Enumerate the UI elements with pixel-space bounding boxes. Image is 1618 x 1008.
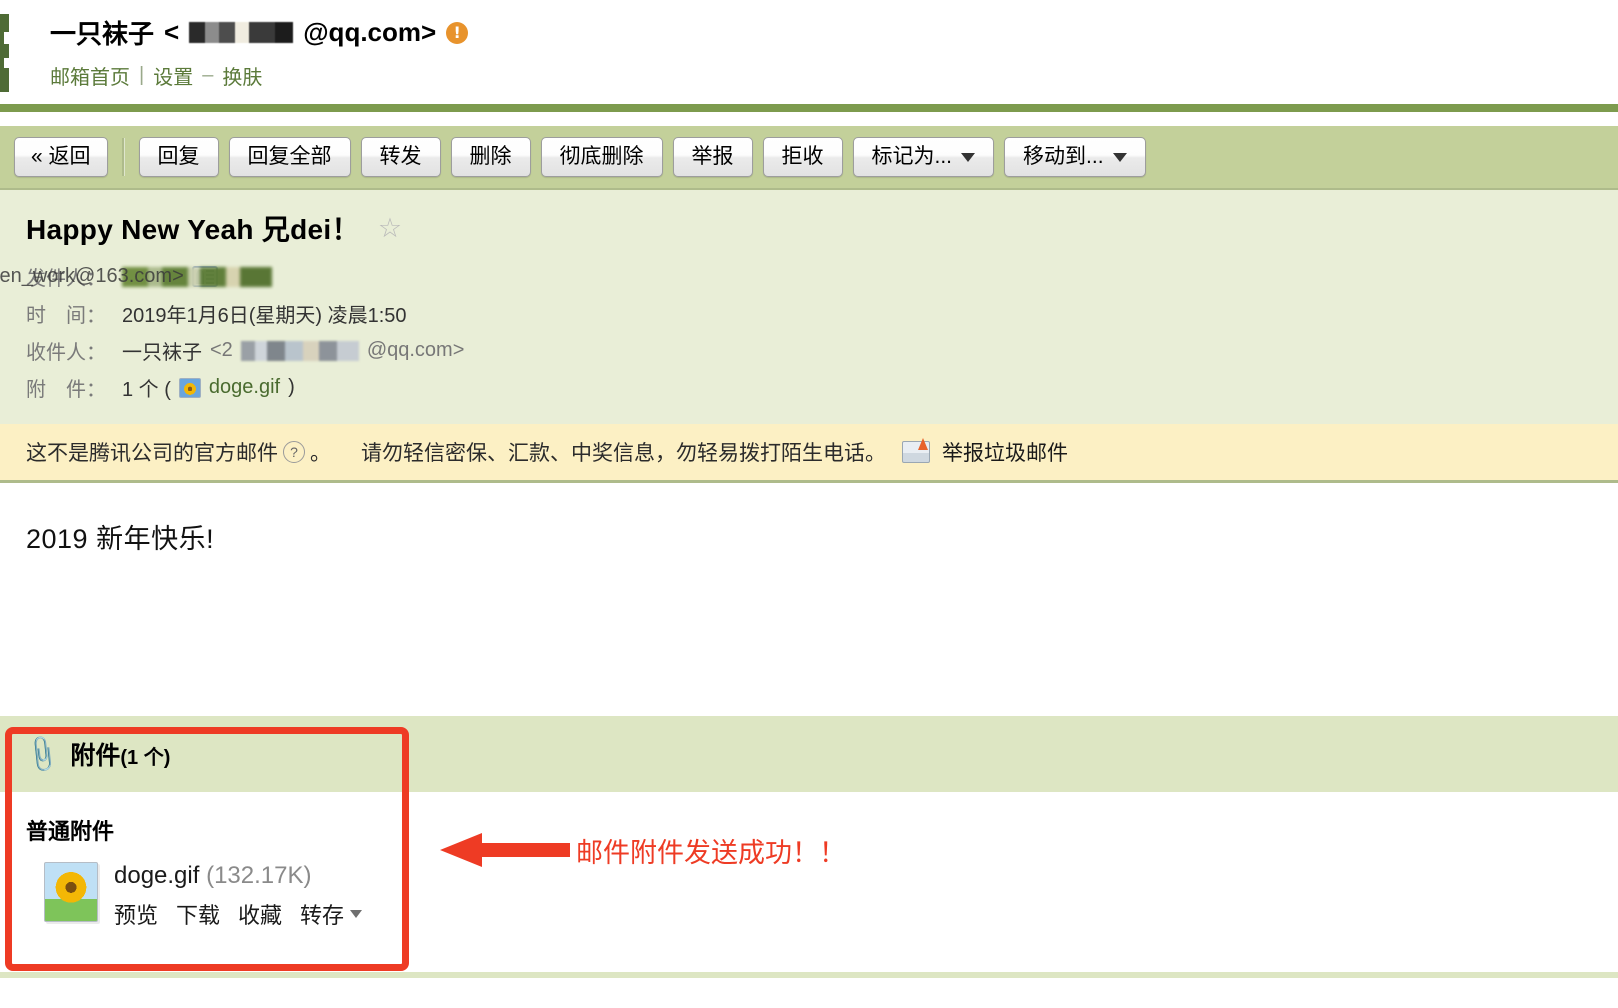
reply-all-button-label: 回复全部: [247, 144, 332, 168]
recipient-name: 一只袜子: [122, 342, 202, 364]
attachment-panel-body: 普通附件 doge.gif (132.17K) 预览 下载 收藏 转存: [0, 792, 1618, 978]
phishing-warning-strip: 这不是腾讯公司的官方邮件 ? 。 请勿轻信密保、汇款、中奖信息，勿轻易拨打陌生电…: [0, 424, 1618, 480]
attachment-close-paren: ): [288, 376, 295, 398]
mail-subject: Happy New Yeah 兄dei！: [26, 214, 360, 245]
delete-button[interactable]: 删除: [450, 136, 531, 178]
mail-header-block: Happy New Yeah 兄dei！ ☆ 发件人： <maven_work@…: [0, 188, 1618, 424]
meta-date-row: 时 间： 2019年1月6日(星期天) 凌晨1:50: [26, 299, 1618, 328]
chevron-down-icon[interactable]: [350, 910, 363, 918]
mail-body: 2019 新年快乐!: [0, 480, 1618, 716]
recipient-addr-open: <2: [210, 339, 233, 361]
back-button-label: « 返回: [31, 144, 91, 168]
attachment-file-name-row: doge.gif (132.17K): [114, 862, 362, 890]
account-email-open: <: [164, 17, 180, 47]
attachment-label: 附 件：: [26, 379, 106, 401]
exclamation-badge-icon: !: [446, 21, 469, 44]
attachment-item-details: doge.gif (132.17K) 预览 下载 收藏 转存: [114, 862, 363, 930]
help-question-icon[interactable]: ?: [283, 441, 305, 463]
bottom-green-rule: [0, 972, 1618, 978]
reply-button-label: 回复: [157, 144, 200, 168]
report-button[interactable]: 举报: [672, 136, 753, 178]
account-name: 一只袜子: [50, 19, 155, 49]
delete-permanently-button[interactable]: 彻底删除: [540, 136, 663, 178]
warning-text-after: 。: [310, 442, 331, 465]
preview-link[interactable]: 预览: [114, 898, 158, 930]
back-button[interactable]: « 返回: [14, 136, 108, 178]
favorite-link[interactable]: 收藏: [238, 898, 282, 930]
report-spam-icon[interactable]: [902, 438, 930, 463]
attachment-file-name[interactable]: doge.gif: [114, 862, 199, 889]
account-email-domain: @qq.com>: [303, 17, 437, 47]
reply-button[interactable]: 回复: [138, 136, 219, 178]
download-link[interactable]: 下载: [176, 898, 220, 930]
paperclip-icon: 📎: [20, 732, 65, 776]
redacted-email-local-part: [189, 22, 294, 43]
warning-advice: 请勿轻信密保、汇款、中奖信息，勿轻易拨打陌生电话。: [361, 442, 886, 465]
warning-text-before: 这不是腾讯公司的官方邮件: [26, 442, 278, 465]
attachment-panel-title: 附件(1 个): [70, 736, 170, 772]
image-thumbnail-icon: [178, 377, 201, 398]
mark-as-button[interactable]: 标记为...: [852, 136, 995, 178]
meta-to-row: 收件人： 一只袜子 <2 @qq.com>: [26, 336, 1618, 365]
report-button-label: 举报: [691, 144, 734, 168]
attachment-value: 1 个 ( doge.gif): [122, 373, 295, 402]
meta-attach-row: 附 件： 1 个 ( doge.gif): [26, 373, 1618, 402]
attachment-actions: 预览 下载 收藏 转存: [114, 898, 363, 930]
move-to-button-label: 移动到...: [1023, 144, 1104, 168]
save-to-link[interactable]: 转存: [300, 898, 344, 930]
attachment-title-text: 附件: [70, 742, 121, 770]
attachment-count-text: (1 个): [120, 747, 171, 769]
attachment-panel: 📎 附件(1 个) 普通附件 doge.gif (132.17K) 预览 下载 …: [0, 716, 1618, 978]
recipient-addr-close: @qq.com>: [366, 339, 465, 361]
nav-mail-home[interactable]: 邮箱首页: [50, 61, 130, 90]
account-header: 一只袜子 < @qq.com> ! 邮箱首页 | 设置 – 换肤: [0, 0, 1618, 104]
reject-button[interactable]: 拒收: [762, 136, 843, 178]
left-decoration: [0, 14, 13, 92]
mail-toolbar: « 返回 回复 回复全部 转发 删除 彻底删除 举报 拒收 标记为... 移动到…: [0, 126, 1618, 188]
account-nav: 邮箱首页 | 设置 – 换肤: [50, 61, 1618, 90]
sunflower-image-thumbnail-icon[interactable]: [44, 862, 98, 922]
attachment-section-title: 普通附件: [26, 819, 115, 844]
star-icon[interactable]: ☆: [378, 214, 402, 242]
meta-from-row: 发件人： <maven_work@163.com>: [0, 262, 1618, 291]
chevron-down-icon: [1112, 152, 1127, 162]
nav-dash: –: [202, 64, 214, 86]
redacted-recipient-address: [240, 340, 359, 361]
to-label: 收件人：: [26, 342, 106, 364]
reject-button-label: 拒收: [781, 144, 824, 168]
date-value: 2019年1月6日(星期天) 凌晨1:50: [122, 305, 407, 327]
attachment-panel-header: 📎 附件(1 个): [0, 716, 1618, 792]
mail-body-text: 2019 新年快乐!: [26, 524, 215, 554]
top-green-rule: [0, 104, 1618, 112]
nav-separator: |: [139, 64, 145, 86]
attachment-item: doge.gif (132.17K) 预览 下载 收藏 转存: [26, 862, 1618, 930]
toolbar-top-gap: [0, 112, 1618, 126]
forward-button[interactable]: 转发: [360, 136, 441, 178]
account-identity-line: 一只袜子 < @qq.com> !: [50, 0, 1618, 51]
chevron-down-icon: [961, 152, 976, 162]
toolbar-divider: [121, 138, 125, 176]
attachment-file-size: (132.17K): [206, 862, 312, 889]
delete-button-label: 删除: [469, 144, 512, 168]
reply-all-button[interactable]: 回复全部: [228, 136, 351, 178]
delete-permanently-button-label: 彻底删除: [559, 144, 644, 168]
report-spam-link[interactable]: 举报垃圾邮件: [942, 437, 1068, 467]
attachment-count: 1 个 (: [122, 379, 171, 401]
nav-skin[interactable]: 换肤: [222, 61, 262, 90]
sender-email: <maven_work@163.com>: [0, 265, 184, 287]
subject-row: Happy New Yeah 兄dei！ ☆: [26, 208, 1618, 248]
nav-settings[interactable]: 设置: [153, 61, 193, 90]
move-to-button[interactable]: 移动到...: [1004, 136, 1146, 178]
attachment-filename-link[interactable]: doge.gif: [209, 376, 280, 399]
date-label: 时 间：: [26, 305, 106, 327]
from-value: <maven_work@163.com>: [0, 265, 272, 288]
mark-as-button-label: 标记为...: [871, 144, 953, 168]
to-value: 一只袜子 <2 @qq.com>: [122, 336, 464, 365]
forward-button-label: 转发: [379, 144, 422, 168]
